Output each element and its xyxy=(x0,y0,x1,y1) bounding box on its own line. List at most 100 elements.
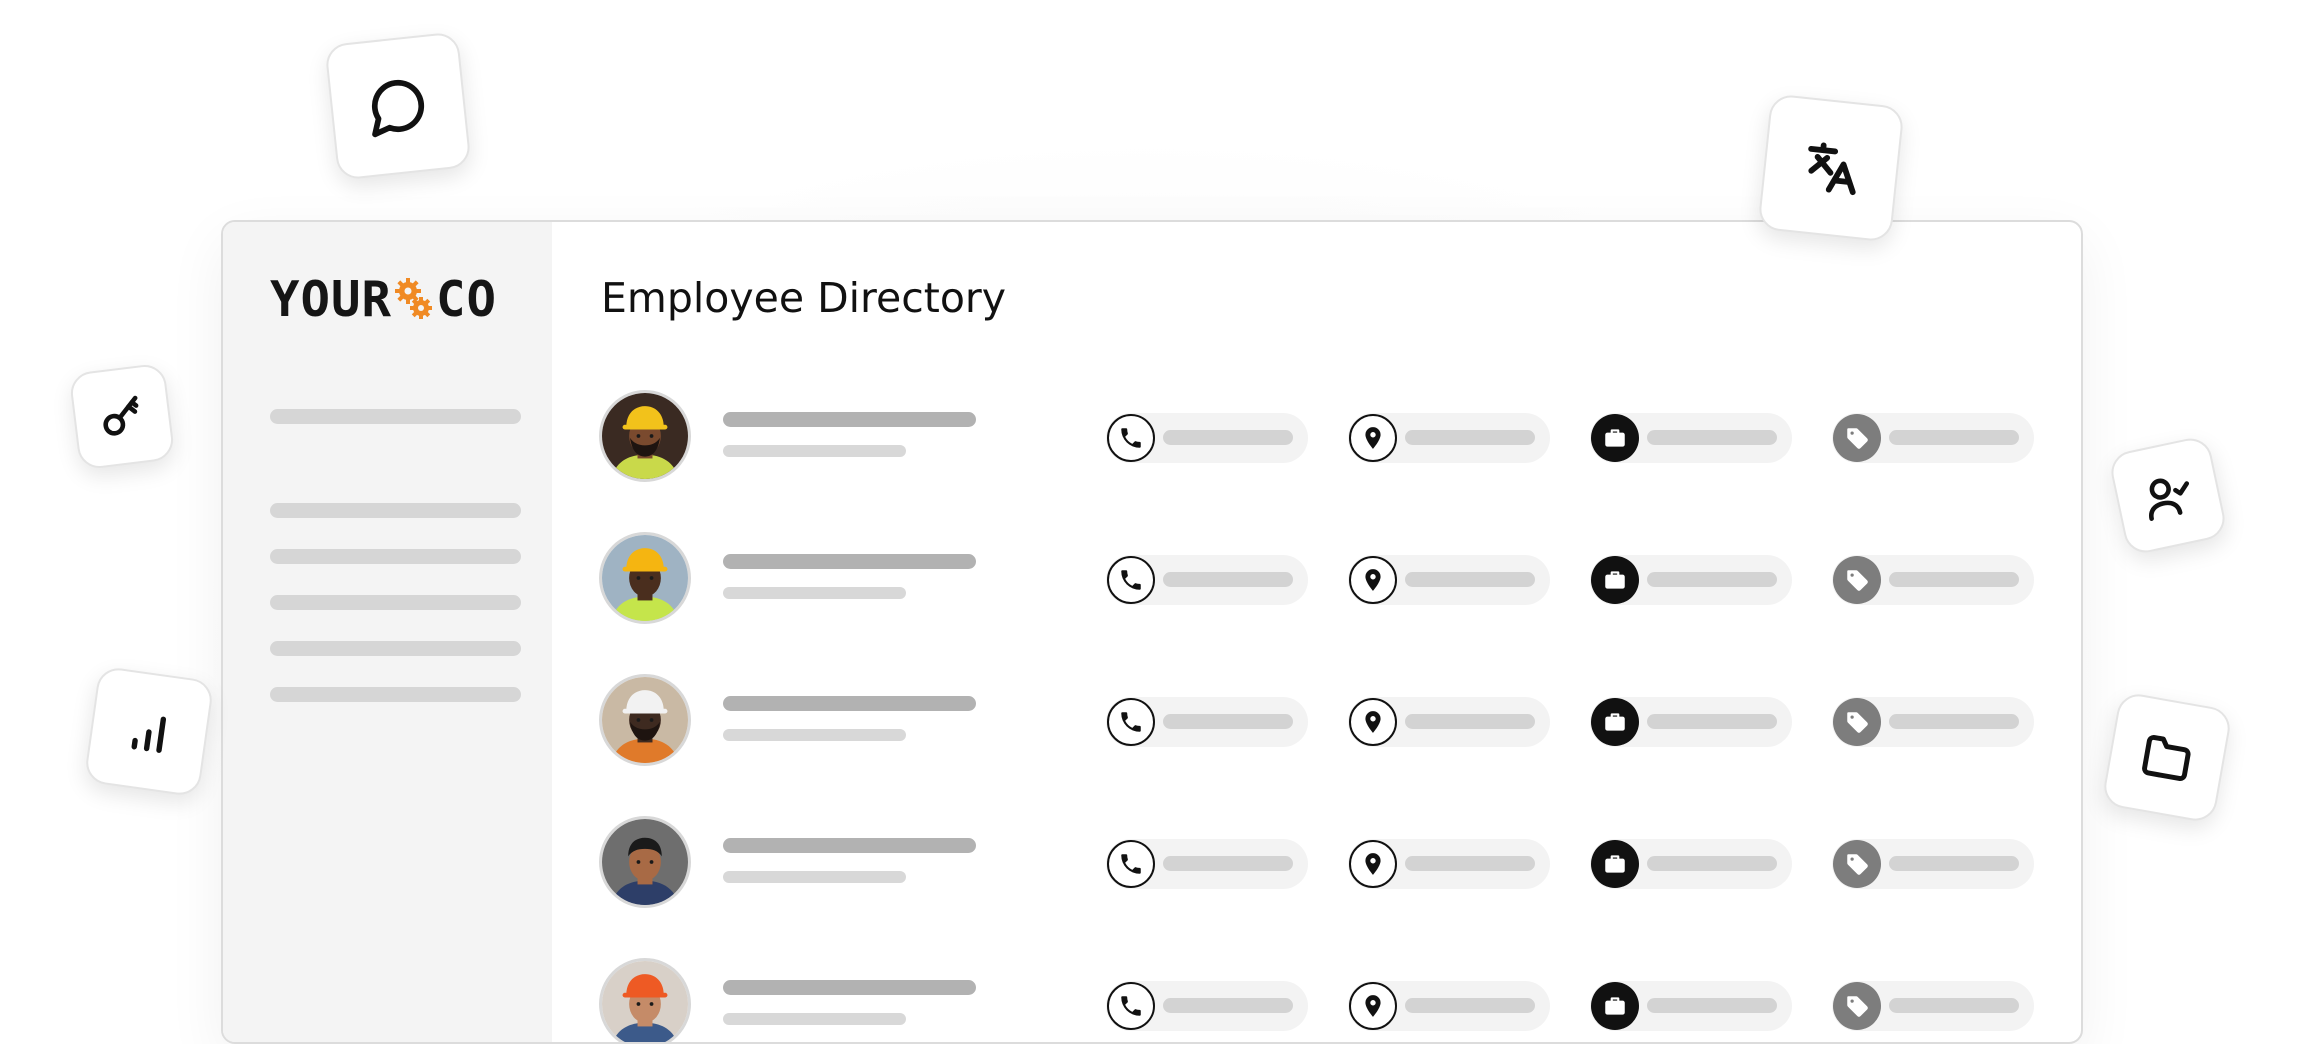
employee-title-placeholder xyxy=(723,729,906,741)
field-value-placeholder xyxy=(1405,572,1535,587)
tag-icon xyxy=(1833,556,1881,604)
field-value-placeholder xyxy=(1647,714,1777,729)
tag-field xyxy=(1832,839,2034,889)
field-value-placeholder xyxy=(1647,430,1777,445)
location-pin-field xyxy=(1348,697,1550,747)
gears-icon xyxy=(395,278,433,319)
employee-name-placeholder xyxy=(723,980,976,995)
field-value-placeholder xyxy=(1405,714,1535,729)
employee-title-placeholder xyxy=(723,871,906,883)
folder-icon xyxy=(2142,734,2191,781)
logo-text-left: YOUR xyxy=(270,270,393,328)
employee-name-placeholder xyxy=(723,838,976,853)
user-check-icon xyxy=(2148,478,2189,521)
tag-icon xyxy=(1833,840,1881,888)
location-pin-icon xyxy=(1349,556,1397,604)
chat-tile xyxy=(324,31,472,181)
location-pin-icon xyxy=(1349,698,1397,746)
field-value-placeholder xyxy=(1163,856,1293,871)
employee-name-placeholder xyxy=(723,412,976,427)
field-value-placeholder xyxy=(1889,714,2019,729)
field-value-placeholder xyxy=(1405,998,1535,1013)
translate-tile xyxy=(1757,93,1905,243)
list-item[interactable] xyxy=(223,532,2081,632)
avatar[interactable] xyxy=(599,674,691,766)
field-value-placeholder xyxy=(1163,430,1293,445)
field-value-placeholder xyxy=(1405,856,1535,871)
briefcase-icon xyxy=(1591,840,1639,888)
field-value-placeholder xyxy=(1163,572,1293,587)
phone-field xyxy=(1106,697,1308,747)
chart-tile xyxy=(83,665,215,798)
employee-title-placeholder xyxy=(723,445,906,457)
app-window: YOUR CO Employee Directory xyxy=(221,220,2083,1044)
location-pin-icon xyxy=(1349,982,1397,1030)
tag-field xyxy=(1832,697,2034,747)
location-pin-icon xyxy=(1349,840,1397,888)
chat-bubble-icon xyxy=(371,79,425,138)
field-value-placeholder xyxy=(1647,998,1777,1013)
list-item[interactable] xyxy=(223,674,2081,774)
phone-icon xyxy=(1107,556,1155,604)
field-value-placeholder xyxy=(1889,430,2019,445)
briefcase-icon xyxy=(1591,556,1639,604)
field-value-placeholder xyxy=(1647,856,1777,871)
field-value-placeholder xyxy=(1405,430,1535,445)
phone-field xyxy=(1106,555,1308,605)
briefcase-field xyxy=(1590,981,1792,1031)
key-tile xyxy=(68,362,176,471)
briefcase-field xyxy=(1590,697,1792,747)
phone-icon xyxy=(1107,414,1155,462)
briefcase-field xyxy=(1590,839,1792,889)
phone-icon xyxy=(1107,982,1155,1030)
list-item[interactable] xyxy=(223,390,2081,490)
briefcase-field xyxy=(1590,555,1792,605)
key-icon xyxy=(103,395,139,436)
field-value-placeholder xyxy=(1647,572,1777,587)
logo-text-right: CO xyxy=(436,270,498,328)
field-value-placeholder xyxy=(1889,572,2019,587)
phone-icon xyxy=(1107,698,1155,746)
tag-field xyxy=(1832,555,2034,605)
sidebar-item[interactable] xyxy=(270,503,521,518)
briefcase-icon xyxy=(1591,414,1639,462)
tag-icon xyxy=(1833,698,1881,746)
tag-field xyxy=(1832,981,2034,1031)
company-logo: YOUR CO xyxy=(270,271,497,328)
employee-title-placeholder xyxy=(723,587,906,599)
location-pin-field xyxy=(1348,981,1550,1031)
sidebar-item[interactable] xyxy=(270,641,521,656)
bar-chart-icon xyxy=(131,716,167,753)
avatar[interactable] xyxy=(599,816,691,908)
tag-icon xyxy=(1833,414,1881,462)
translate-icon xyxy=(1808,142,1856,196)
list-item[interactable] xyxy=(223,816,2081,916)
avatar[interactable] xyxy=(599,532,691,624)
folder-tile xyxy=(2100,690,2234,825)
phone-field xyxy=(1106,839,1308,889)
location-pin-field xyxy=(1348,413,1550,463)
field-value-placeholder xyxy=(1163,998,1293,1013)
employee-title-placeholder xyxy=(723,1013,906,1025)
location-pin-field xyxy=(1348,839,1550,889)
sidebar: YOUR CO xyxy=(223,222,552,1042)
list-item[interactable] xyxy=(223,958,2081,1042)
tag-field xyxy=(1832,413,2034,463)
phone-field xyxy=(1106,413,1308,463)
employee-name-placeholder xyxy=(723,696,976,711)
avatar[interactable] xyxy=(599,958,691,1042)
briefcase-icon xyxy=(1591,982,1639,1030)
phone-icon xyxy=(1107,840,1155,888)
tag-icon xyxy=(1833,982,1881,1030)
briefcase-field xyxy=(1590,413,1792,463)
location-pin-icon xyxy=(1349,414,1397,462)
field-value-placeholder xyxy=(1163,714,1293,729)
briefcase-icon xyxy=(1591,698,1639,746)
avatar[interactable] xyxy=(599,390,691,482)
page-title: Employee Directory xyxy=(601,274,1007,322)
employee-name-placeholder xyxy=(723,554,976,569)
location-pin-field xyxy=(1348,555,1550,605)
field-value-placeholder xyxy=(1889,856,2019,871)
field-value-placeholder xyxy=(1889,998,2019,1013)
phone-field xyxy=(1106,981,1308,1031)
